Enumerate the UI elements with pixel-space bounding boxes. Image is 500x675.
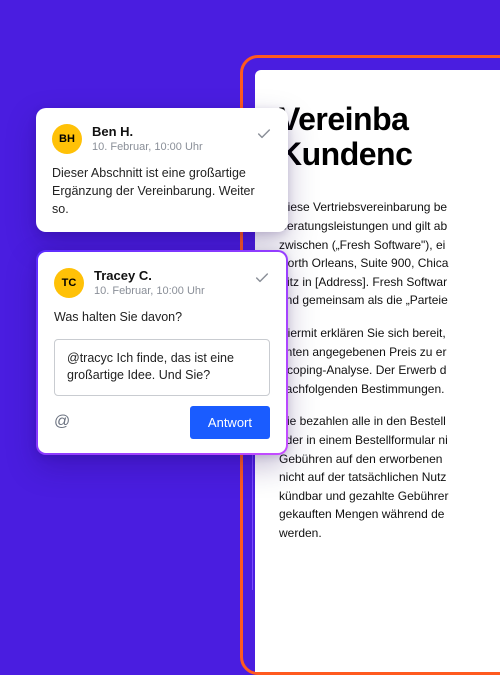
comment-header: BH Ben H. 10. Februar, 10:00 Uhr <box>52 124 272 154</box>
doc-text: nachfolgenden Bestimmungen. <box>279 382 444 396</box>
reply-actions: @ Antwort <box>54 406 270 439</box>
doc-text: North Orleans, Suite 900, Chica <box>279 256 448 270</box>
doc-text: werden. <box>279 526 322 540</box>
document: Vereinba Kundenc Diese Vertriebsvereinba… <box>255 70 500 672</box>
doc-text: Sitz in [Address]. Fresh Softwar <box>279 275 447 289</box>
resolve-check-icon[interactable] <box>254 270 270 291</box>
mention-icon[interactable]: @ <box>54 413 70 431</box>
title-line-2: Kundenc <box>279 136 412 172</box>
comment-author: Ben H. <box>92 124 246 140</box>
doc-text: kündbar und gezahlte Gebührer <box>279 489 448 503</box>
avatar: TC <box>54 268 84 298</box>
doc-text: gekauften Mengen während de <box>279 507 444 521</box>
document-body: Diese Vertriebsvereinbarung be Beratungs… <box>279 198 500 542</box>
comment-header: TC Tracey C. 10. Februar, 10:00 Uhr <box>54 268 270 298</box>
resolve-check-icon[interactable] <box>256 126 272 147</box>
comment-timestamp: 10. Februar, 10:00 Uhr <box>94 284 244 298</box>
comment-meta: Ben H. 10. Februar, 10:00 Uhr <box>92 124 246 154</box>
doc-text: Diese Vertriebsvereinbarung be <box>279 200 447 214</box>
document-title: Vereinba Kundenc <box>279 102 500 172</box>
doc-text: Gebühren auf den erworbenen <box>279 452 442 466</box>
doc-text: Beratungsleistungen und gilt ab <box>279 219 447 233</box>
comment-body: Was halten Sie davon? <box>54 308 270 326</box>
doc-text: nicht auf der tatsächlichen Nutz <box>279 470 446 484</box>
title-line-1: Vereinba <box>279 101 408 137</box>
reply-button[interactable]: Antwort <box>190 406 270 439</box>
doc-text: zwischen („Fresh Software"), ei <box>279 238 445 252</box>
comment-meta: Tracey C. 10. Februar, 10:00 Uhr <box>94 268 244 298</box>
doc-text: Scoping-Analyse. Der Erwerb d <box>279 363 446 377</box>
doc-text: Hiermit erklären Sie sich bereit, <box>279 326 446 340</box>
comments-panel: BH Ben H. 10. Februar, 10:00 Uhr Dieser … <box>36 108 288 455</box>
doc-text: unten angegebenen Preis zu er <box>279 345 446 359</box>
doc-text: und gemeinsam als die „Parteie <box>279 293 448 307</box>
comment-card-active[interactable]: TC Tracey C. 10. Februar, 10:00 Uhr Was … <box>36 250 288 454</box>
comment-timestamp: 10. Februar, 10:00 Uhr <box>92 140 246 154</box>
doc-text: oder in einem Bestellformular ni <box>279 433 448 447</box>
comment-author: Tracey C. <box>94 268 244 284</box>
comment-body: Dieser Abschnitt ist eine großartige Erg… <box>52 164 272 218</box>
doc-text: Sie bezahlen alle in den Bestell <box>279 414 446 428</box>
avatar: BH <box>52 124 82 154</box>
comment-card[interactable]: BH Ben H. 10. Februar, 10:00 Uhr Dieser … <box>36 108 288 232</box>
reply-input[interactable]: @tracyc Ich finde, das ist eine großarti… <box>54 339 270 396</box>
